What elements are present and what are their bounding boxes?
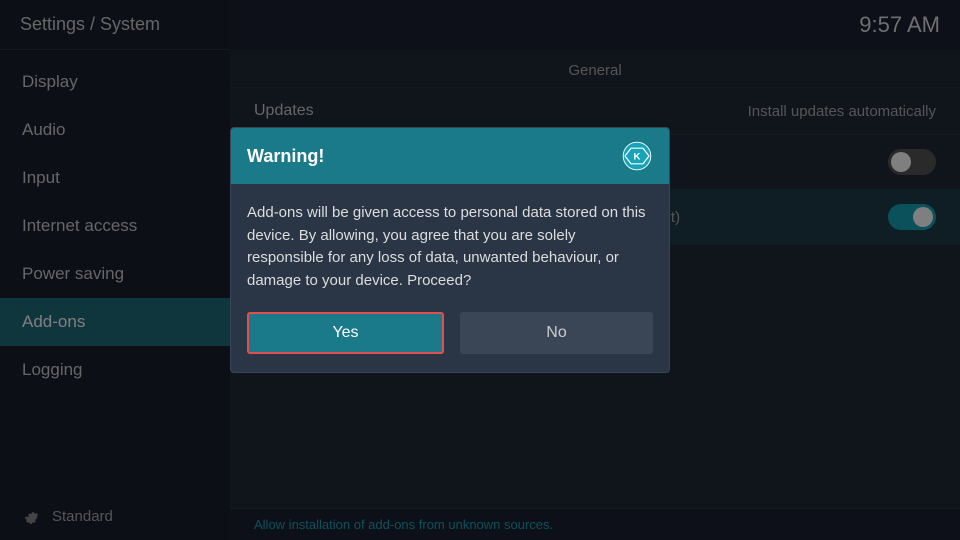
kodi-logo-icon: K: [621, 140, 653, 172]
dialog-body: Add-ons will be given access to personal…: [231, 184, 669, 312]
dialog-header: Warning! K: [231, 128, 669, 184]
warning-dialog: Warning! K Add-ons will be given access …: [230, 127, 670, 373]
yes-button[interactable]: Yes: [247, 312, 444, 354]
dialog-overlay: Warning! K Add-ons will be given access …: [0, 0, 960, 540]
dialog-title: Warning!: [247, 146, 324, 167]
svg-text:K: K: [634, 152, 641, 163]
dialog-buttons: Yes No: [231, 312, 669, 372]
no-button[interactable]: No: [460, 312, 653, 354]
